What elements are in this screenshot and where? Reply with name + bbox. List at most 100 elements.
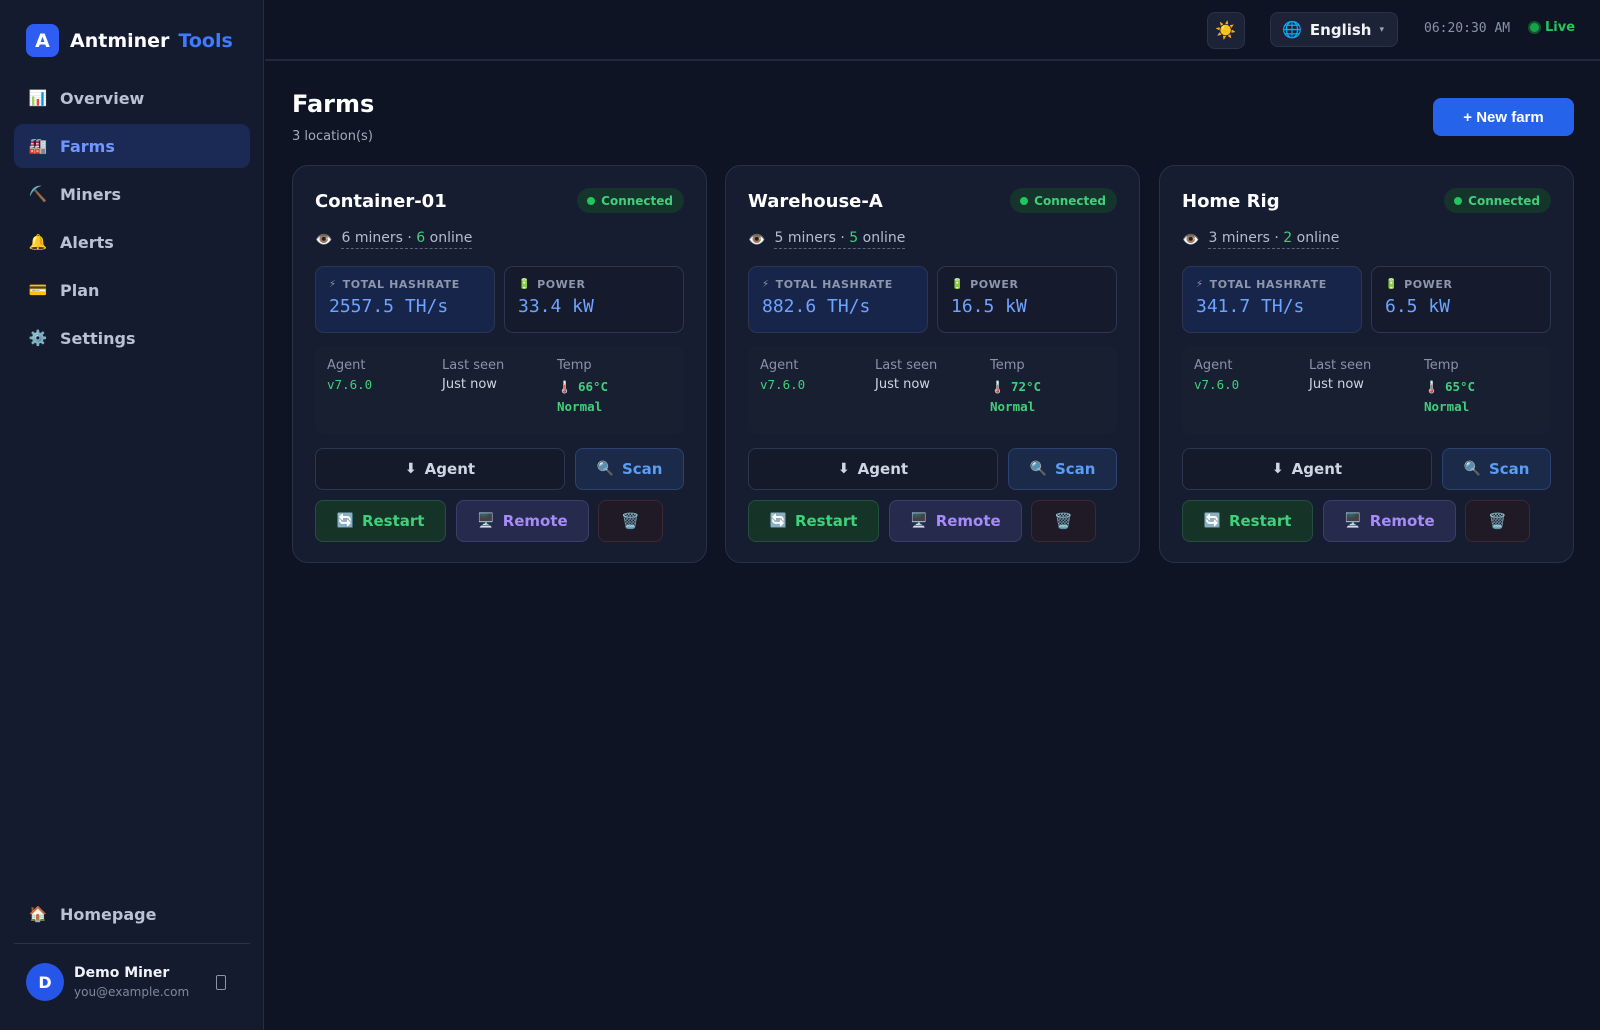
status-badge: Connected xyxy=(1444,188,1551,213)
user-profile[interactable]: D Demo Miner you@example.com xyxy=(26,963,240,1001)
sidebar-item-overview[interactable]: 📊 Overview xyxy=(14,76,250,120)
restart-button[interactable]: 🔄 Restart xyxy=(315,500,446,542)
language-select[interactable]: 🌐 English ▾ xyxy=(1270,12,1398,47)
clock: 06:20:30 AM xyxy=(1424,21,1511,36)
sidebar-item-label: Settings xyxy=(60,328,136,348)
farm-name: Home Rig xyxy=(1182,191,1280,212)
sidebar-divider xyxy=(14,943,250,944)
sidebar-item-alerts[interactable]: 🔔 Alerts xyxy=(14,220,250,264)
hashrate-value: 882.6 TH/s xyxy=(762,296,871,317)
miners-count-link[interactable]: 👁️ 5 miners · 5 online xyxy=(748,230,906,249)
hashrate-stat: ⚡ TOTAL HASHRATE 2557.5 TH/s xyxy=(315,266,495,333)
status-badge: Connected xyxy=(1010,188,1117,213)
trash-icon: 🗑️ xyxy=(1488,512,1507,530)
hashrate-stat: ⚡ TOTAL HASHRATE 341.7 TH/s xyxy=(1182,266,1362,333)
theme-toggle-button[interactable]: ☀️ xyxy=(1207,12,1245,49)
scan-button[interactable]: 🔍 Scan xyxy=(575,448,684,490)
factory-icon: 🏭 xyxy=(28,137,48,155)
user-info: Demo Miner you@example.com xyxy=(74,965,189,999)
last-seen-value: Just now xyxy=(442,377,497,392)
miners-count: 5 xyxy=(774,230,784,246)
restart-button[interactable]: 🔄 Restart xyxy=(748,500,879,542)
restart-icon: 🔄 xyxy=(336,513,354,529)
status-dot-icon xyxy=(1020,196,1029,205)
sidebar-item-miners[interactable]: ⛏️ Miners xyxy=(14,172,250,216)
agent-button-label: Agent xyxy=(424,460,476,478)
remote-button[interactable]: 🖥️ Remote xyxy=(1323,500,1456,542)
logout-icon[interactable] xyxy=(216,975,226,990)
farm-name: Container-01 xyxy=(315,191,447,212)
restart-button[interactable]: 🔄 Restart xyxy=(1182,500,1313,542)
online-count: 2 xyxy=(1283,230,1293,246)
bolt-icon: ⚡ xyxy=(762,279,770,290)
farm-card: Home Rig Connected 👁️ 3 miners · 2 onlin… xyxy=(1159,165,1574,563)
miners-word: miners xyxy=(787,230,836,246)
farm-card: Container-01 Connected 👁️ 6 miners · 6 o… xyxy=(292,165,707,563)
separator: · xyxy=(1274,230,1279,246)
last-seen-value: Just now xyxy=(1309,377,1364,392)
search-icon: 🔍 xyxy=(1463,461,1481,477)
download-agent-button[interactable]: ⬇ Agent xyxy=(748,448,998,490)
status-dot-icon xyxy=(587,196,596,205)
hashrate-label: ⚡ TOTAL HASHRATE xyxy=(1196,278,1361,291)
miners-count: 6 xyxy=(341,230,351,246)
search-icon: 🔍 xyxy=(1029,461,1047,477)
miners-summary: 6 miners · 6 online xyxy=(341,230,473,249)
online-word: online xyxy=(1296,230,1340,246)
temp-label: Temp xyxy=(557,358,592,373)
download-icon: ⬇ xyxy=(837,461,850,477)
download-agent-button[interactable]: ⬇ Agent xyxy=(315,448,565,490)
remote-button[interactable]: 🖥️ Remote xyxy=(456,500,589,542)
user-email: you@example.com xyxy=(74,985,190,999)
download-agent-button[interactable]: ⬇ Agent xyxy=(1182,448,1432,490)
thermometer-icon: 🌡️ xyxy=(1424,380,1439,394)
hashrate-value: 2557.5 TH/s xyxy=(329,296,449,317)
agent-label: Agent xyxy=(1194,358,1233,373)
hashrate-label-text: TOTAL HASHRATE xyxy=(342,278,460,291)
remote-button[interactable]: 🖥️ Remote xyxy=(889,500,1022,542)
status-dot-icon xyxy=(1454,196,1463,205)
power-label-text: POWER xyxy=(1404,278,1453,291)
scan-button[interactable]: 🔍 Scan xyxy=(1442,448,1551,490)
farm-card: Warehouse-A Connected 👁️ 5 miners · 5 on… xyxy=(725,165,1140,563)
avatar: D xyxy=(26,963,64,1001)
bolt-icon: ⚡ xyxy=(329,279,337,290)
last-seen-label: Last seen xyxy=(875,358,938,373)
agent-label: Agent xyxy=(760,358,799,373)
restart-icon: 🔄 xyxy=(1203,513,1221,529)
temp-reading: 66°C xyxy=(577,379,609,394)
temp-info: Temp 🌡️ 66°C Normal xyxy=(557,358,608,417)
hashrate-label: ⚡ TOTAL HASHRATE xyxy=(329,278,494,291)
download-icon: ⬇ xyxy=(404,461,417,477)
miners-count-link[interactable]: 👁️ 6 miners · 6 online xyxy=(315,230,473,249)
power-label-text: POWER xyxy=(537,278,586,291)
temp-info: Temp 🌡️ 65°C Normal xyxy=(1424,358,1475,417)
online-count: 6 xyxy=(416,230,426,246)
online-word: online xyxy=(429,230,473,246)
chevron-down-icon: ▾ xyxy=(1379,24,1385,35)
sidebar-item-homepage[interactable]: 🏠 Homepage xyxy=(14,892,250,936)
farm-name: Warehouse-A xyxy=(748,191,883,212)
download-icon: ⬇ xyxy=(1271,461,1284,477)
power-stat: 🔋 POWER 16.5 kW xyxy=(937,266,1117,333)
miners-count-link[interactable]: 👁️ 3 miners · 2 online xyxy=(1182,230,1340,249)
last-seen-info: Last seen Just now xyxy=(442,358,504,392)
thermometer-icon: 🌡️ xyxy=(990,380,1005,394)
sidebar-item-settings[interactable]: ⚙️ Settings xyxy=(14,316,250,360)
topbar: ☀️ 🌐 English ▾ 06:20:30 AM Live xyxy=(265,0,1600,61)
brand-accent: Tools xyxy=(178,29,233,52)
last-seen-label: Last seen xyxy=(1309,358,1372,373)
miners-word: miners xyxy=(1221,230,1270,246)
sidebar-item-farms[interactable]: 🏭 Farms xyxy=(14,124,250,168)
delete-button[interactable]: 🗑️ xyxy=(1031,500,1096,542)
brand[interactable]: A Antminer Tools xyxy=(26,24,233,57)
delete-button[interactable]: 🗑️ xyxy=(598,500,663,542)
agent-label: Agent xyxy=(327,358,366,373)
temp-label: Temp xyxy=(990,358,1025,373)
scan-button[interactable]: 🔍 Scan xyxy=(1008,448,1117,490)
new-farm-button[interactable]: + New farm xyxy=(1433,98,1574,136)
delete-button[interactable]: 🗑️ xyxy=(1465,500,1530,542)
sidebar-item-plan[interactable]: 💳 Plan xyxy=(14,268,250,312)
hashrate-label-text: TOTAL HASHRATE xyxy=(1209,278,1327,291)
trash-icon: 🗑️ xyxy=(1054,512,1073,530)
